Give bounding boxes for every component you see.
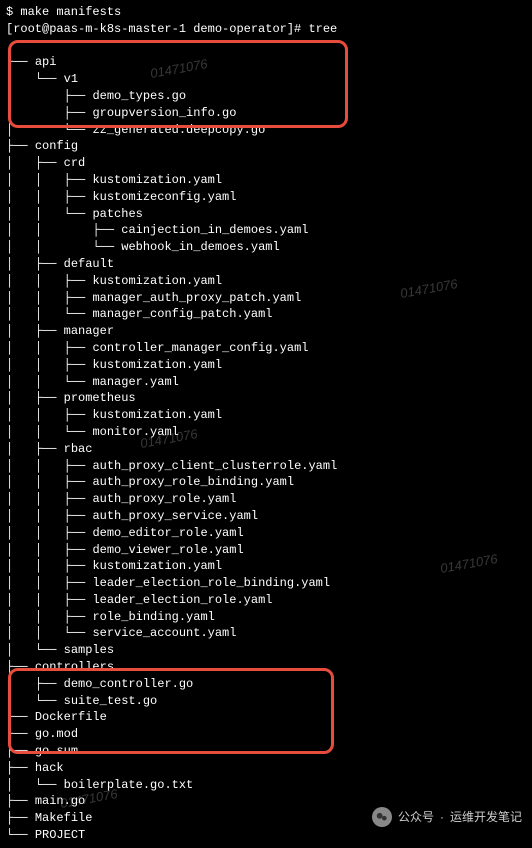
tree-file: ├── Dockerfile (6, 709, 526, 726)
tree-file: │ │ └── manager.yaml (6, 374, 526, 391)
tree-file: │ └── suite_test.go (6, 693, 526, 710)
tree-dir-patches: │ │ └── patches (6, 206, 526, 223)
tree-dir-prometheus: │ ├── prometheus (6, 390, 526, 407)
tree-file: │ │ ├── kustomization.yaml (6, 357, 526, 374)
tree-file: │ │ ├── kustomization.yaml (6, 273, 526, 290)
tree-dir-hack: ├── hack (6, 760, 526, 777)
tree-file: │ │ └── webhook_in_demoes.yaml (6, 239, 526, 256)
tree-dir-v1: │ └── v1 (6, 71, 526, 88)
tree-file: │ │ ├── demo_editor_role.yaml (6, 525, 526, 542)
tree-file: │ │ ├── role_binding.yaml (6, 609, 526, 626)
prompt-line: [root@paas-m-k8s-master-1 demo-operator]… (6, 21, 526, 38)
tree-file: │ │ ├── kustomizeconfig.yaml (6, 189, 526, 206)
tree-file: │ ├── demo_types.go (6, 88, 526, 105)
tree-dir-samples: │ └── samples (6, 642, 526, 659)
tree-dir-controllers: ├── controllers (6, 659, 526, 676)
terminal-output: $ make manifests [root@paas-m-k8s-master… (0, 0, 532, 848)
tree-file: │ │ └── service_account.yaml (6, 625, 526, 642)
tree-file: │ └── zz_generated.deepcopy.go (6, 122, 526, 139)
tree-file: │ │ ├── kustomization.yaml (6, 172, 526, 189)
tree-dir-api: ├── api (6, 54, 526, 71)
footer-sep: · (440, 809, 444, 826)
tree-file: │ │ ├── leader_election_role_binding.yam… (6, 575, 526, 592)
tree-file: │ │ ├── auth_proxy_role.yaml (6, 491, 526, 508)
tree-dir-default: │ ├── default (6, 256, 526, 273)
tree-dir-manager: │ ├── manager (6, 323, 526, 340)
tree-file: │ │ ├── kustomization.yaml (6, 407, 526, 424)
tree-file: │ │ ├── auth_proxy_client_clusterrole.ya… (6, 458, 526, 475)
tree-file: │ │ └── manager_config_patch.yaml (6, 306, 526, 323)
footer-attribution: 公众号 · 运维开发笔记 (372, 807, 522, 827)
tree-file: │ │ ├── leader_election_role.yaml (6, 592, 526, 609)
tree-file: │ │ ├── auth_proxy_role_binding.yaml (6, 474, 526, 491)
tree-file: ├── go.sum (6, 743, 526, 760)
footer-label: 公众号 (398, 809, 434, 826)
wechat-icon (372, 807, 392, 827)
tree-file: │ │ ├── controller_manager_config.yaml (6, 340, 526, 357)
tree-file: │ │ ├── auth_proxy_service.yaml (6, 508, 526, 525)
tree-root: . (6, 38, 526, 55)
tree-file: │ └── boilerplate.go.txt (6, 777, 526, 794)
tree-file: └── PROJECT (6, 827, 526, 844)
tree-dir-config: ├── config (6, 138, 526, 155)
tree-file: ├── go.mod (6, 726, 526, 743)
command-line: $ make manifests (6, 4, 526, 21)
tree-file: │ │ ├── kustomization.yaml (6, 558, 526, 575)
tree-file: │ │ └── monitor.yaml (6, 424, 526, 441)
footer-name: 运维开发笔记 (450, 809, 522, 826)
tree-dir-crd: │ ├── crd (6, 155, 526, 172)
tree-file: │ │ ├── demo_viewer_role.yaml (6, 542, 526, 559)
tree-file: │ ├── groupversion_info.go (6, 105, 526, 122)
tree-file: │ │ ├── manager_auth_proxy_patch.yaml (6, 290, 526, 307)
tree-file: │ ├── demo_controller.go (6, 676, 526, 693)
tree-dir-rbac: │ ├── rbac (6, 441, 526, 458)
tree-file: │ │ ├── cainjection_in_demoes.yaml (6, 222, 526, 239)
